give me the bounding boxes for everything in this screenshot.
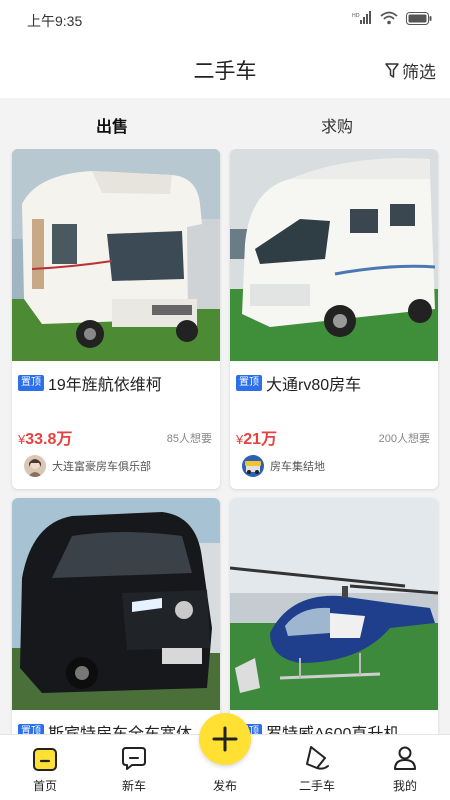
seller-avatar <box>24 455 46 477</box>
listing-price: ¥21万 <box>236 425 277 449</box>
status-bar: 上午9:35 HD <box>0 0 450 38</box>
app-header: 二手车 筛选 <box>0 38 450 98</box>
nav-publish-label: 发布 <box>212 779 237 793</box>
status-icons: HD <box>352 11 432 25</box>
tab-want[interactable]: 求购 <box>321 113 353 137</box>
profile-icon <box>394 746 416 770</box>
home-icon <box>33 748 57 771</box>
filter-icon <box>385 62 399 78</box>
want-count: 85人想要 <box>166 433 212 445</box>
listing-title: 斯宾特房车全车宽体 <box>48 720 192 734</box>
svg-text:HD: HD <box>352 13 360 19</box>
listing-photo <box>230 149 438 361</box>
listing-title-row: 置顶 19年旌航依维柯 <box>18 371 214 395</box>
seller-avatar <box>242 455 264 477</box>
wifi-icon <box>380 11 398 25</box>
listing-card[interactable]: 置顶 斯宾特房车全车宽体 <box>12 498 220 734</box>
tab-bar: 出售 求购 <box>0 98 450 146</box>
listing-title: 大通rv80房车 <box>266 377 362 394</box>
pinned-badge: 置顶 <box>18 375 44 391</box>
listing-card[interactable]: 置顶 罗特威A600直升机 <box>230 498 438 734</box>
listing-photo <box>12 149 220 361</box>
filter-label: 筛选 <box>402 63 436 82</box>
battery-icon <box>406 11 432 25</box>
nav-new-car[interactable]: 新车 <box>99 743 169 794</box>
nav-profile[interactable]: 我的 <box>370 743 440 794</box>
listing-grid: 置顶 19年旌航依维柯 ¥33.8万 85人想要 大连富豪房车俱乐部 置顶 大通… <box>0 149 450 734</box>
publish-button[interactable] <box>199 713 251 765</box>
seller-name: 大连富豪房车俱乐部 <box>52 461 151 473</box>
listing-title: 19年旌航依维柯 <box>48 377 162 394</box>
listing-card[interactable]: 置顶 大通rv80房车 ¥21万 200人想要 房车集结地 <box>230 149 438 489</box>
signal-icon: HD <box>352 11 371 24</box>
want-count: 200人想要 <box>378 433 430 445</box>
listing-photo <box>12 498 220 710</box>
new-car-icon <box>122 747 146 770</box>
price-value: 33.8万 <box>25 431 73 448</box>
tab-sell-label: 出售 <box>96 119 129 136</box>
listing-title-row: 置顶 罗特威A600直升机 <box>236 720 432 734</box>
nav-home[interactable]: 首页 <box>10 743 80 794</box>
status-time: 上午9:35 <box>27 13 83 29</box>
price-value: 21万 <box>243 431 278 448</box>
used-car-icon <box>306 746 329 770</box>
listing-price: ¥33.8万 <box>18 425 72 449</box>
listing-title-row: 置顶 大通rv80房车 <box>236 371 432 395</box>
nav-used-car-label: 二手车 <box>298 779 335 793</box>
nav-used-car[interactable]: 二手车 <box>282 743 352 794</box>
tab-sell[interactable]: 出售 <box>96 113 129 140</box>
listing-title: 罗特威A600直升机 <box>266 720 399 734</box>
tab-want-label: 求购 <box>321 119 354 136</box>
filter-button[interactable]: 筛选 <box>385 58 436 83</box>
page-title: 二手车 <box>193 60 257 83</box>
nav-new-car-label: 新车 <box>121 779 146 793</box>
nav-profile-label: 我的 <box>392 779 417 793</box>
listing-photo <box>230 498 438 710</box>
seller-name: 房车集结地 <box>270 461 325 473</box>
pinned-badge: 置顶 <box>18 724 44 734</box>
listing-title-row: 置顶 斯宾特房车全车宽体 <box>18 720 214 734</box>
seller-info[interactable]: 房车集结地 <box>242 455 325 477</box>
listing-card[interactable]: 置顶 19年旌航依维柯 ¥33.8万 85人想要 大连富豪房车俱乐部 <box>12 149 220 489</box>
seller-info[interactable]: 大连富豪房车俱乐部 <box>24 455 151 477</box>
pinned-badge: 置顶 <box>236 375 262 391</box>
plus-icon <box>212 726 238 752</box>
nav-home-label: 首页 <box>32 779 57 793</box>
